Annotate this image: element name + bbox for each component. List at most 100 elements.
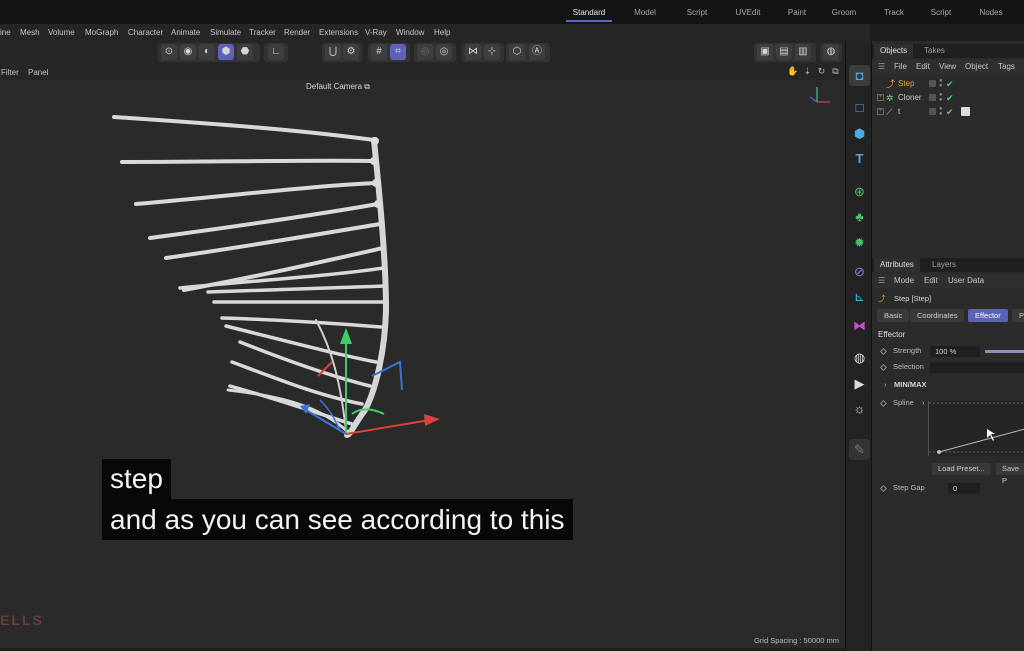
layer-box[interactable]: [929, 108, 936, 115]
enabled-check-icon[interactable]: ✔: [946, 77, 954, 91]
solo-off-icon[interactable]: ◎: [417, 44, 433, 60]
menu-volume[interactable]: Volume: [48, 24, 75, 41]
objects-menu-edit[interactable]: Edit: [916, 60, 930, 74]
hamburger-icon[interactable]: ☰: [878, 60, 885, 74]
frame-icon[interactable]: □: [849, 97, 870, 118]
layout-tab-uvedit[interactable]: UVEdit: [729, 0, 767, 22]
node-editor-icon[interactable]: ⬡: [509, 44, 525, 60]
keyframe-diamond-icon[interactable]: [879, 347, 888, 356]
layout-tab-paint[interactable]: Paint: [778, 0, 816, 22]
spline-tool-icon[interactable]: ⊾: [849, 286, 870, 307]
layout-tab-standard[interactable]: Standard: [566, 0, 612, 22]
layout-tab-script-2[interactable]: Script: [922, 0, 960, 22]
subtab-effector[interactable]: Effector: [968, 309, 1008, 322]
visibility-dots[interactable]: ● ●: [939, 78, 943, 89]
axis-icon[interactable]: ∟: [268, 44, 284, 60]
menu-character[interactable]: Character: [128, 24, 163, 41]
layout-tab-nodes[interactable]: Nodes: [972, 0, 1010, 22]
attributes-menu-edit[interactable]: Edit: [924, 274, 938, 288]
menu-window[interactable]: Window: [396, 24, 424, 41]
spline-graph[interactable]: [928, 401, 1024, 456]
null-object-icon[interactable]: ⊛: [849, 181, 870, 202]
menu-extensions[interactable]: Extensions: [319, 24, 358, 41]
object-row-t[interactable]: + ⟋ t ● ● ✔: [872, 105, 1024, 119]
menu-simulate[interactable]: Simulate: [210, 24, 241, 41]
text-icon[interactable]: T: [849, 148, 870, 169]
menu-spline[interactable]: ine: [0, 24, 11, 41]
enabled-check-icon[interactable]: ✔: [946, 91, 954, 105]
rotate-view-icon[interactable]: ↻: [816, 66, 827, 77]
spline-expand-icon[interactable]: ›: [922, 397, 925, 409]
effector-icon[interactable]: ✹: [849, 232, 870, 253]
grid-icon[interactable]: #: [371, 44, 387, 60]
quantize-icon[interactable]: ⊹: [484, 44, 500, 60]
workplane-icon[interactable]: ⌗: [390, 44, 406, 60]
point-mode-icon[interactable]: ◉: [180, 44, 196, 60]
expand-toggle[interactable]: +: [877, 94, 884, 101]
snap-settings-icon[interactable]: ⚙: [343, 44, 359, 60]
symmetry-icon[interactable]: ⋈: [465, 44, 481, 60]
keyframe-diamond-icon[interactable]: [879, 484, 888, 493]
subtab-basic[interactable]: Basic: [877, 309, 910, 322]
solo-icon[interactable]: ◎: [436, 44, 452, 60]
keyframe-diamond-icon[interactable]: [879, 399, 888, 408]
objects-menu-file[interactable]: File: [894, 60, 907, 74]
objects-menu-object[interactable]: Object: [965, 60, 988, 74]
subtab-parameter[interactable]: Pa: [1012, 309, 1024, 322]
attributes-menu-user-data[interactable]: User Data: [948, 274, 984, 288]
minmax-chevron-icon[interactable]: ›: [884, 379, 887, 391]
layer-box[interactable]: [929, 80, 936, 87]
live-selection-icon[interactable]: ◘: [849, 65, 870, 86]
objects-menu-view[interactable]: View: [939, 60, 956, 74]
tab-takes[interactable]: Takes: [918, 44, 951, 58]
keyframe-diamond-icon[interactable]: [879, 363, 888, 372]
camera-label[interactable]: Default Camera ⧉: [306, 82, 370, 92]
deformer-icon[interactable]: ⊘: [849, 261, 870, 282]
dolly-arrow-icon[interactable]: ⇣: [802, 66, 813, 77]
cloner-palette-icon[interactable]: ♣: [849, 206, 870, 227]
subtab-coordinates[interactable]: Coordinates: [910, 309, 965, 322]
menu-mesh[interactable]: Mesh: [20, 24, 40, 41]
render-settings-icon[interactable]: ▥: [795, 44, 811, 60]
object-mode-icon[interactable]: ⊙: [161, 44, 177, 60]
step-gap-field[interactable]: 0: [948, 483, 980, 494]
floor-icon[interactable]: ◍: [823, 44, 839, 60]
object-row-step[interactable]: ⤴ Step ● ● ✔: [872, 77, 1024, 91]
tab-objects[interactable]: Objects: [874, 44, 914, 58]
expand-toggle[interactable]: +: [877, 108, 884, 115]
3d-viewport[interactable]: Default Camera ⧉ ELLS Grid Spacing : 500…: [0, 80, 845, 648]
menu-vray[interactable]: V-Ray: [365, 24, 387, 41]
menu-mograph[interactable]: MoGraph: [85, 24, 118, 41]
edge-mode-icon[interactable]: ◐: [199, 44, 215, 60]
camera-icon[interactable]: ▶: [849, 373, 870, 394]
minmax-group[interactable]: MIN/MAX: [894, 379, 927, 391]
render-picture-viewer-icon[interactable]: ▤: [776, 44, 792, 60]
object-row-cloner[interactable]: + ✲ Cloner ● ● ✔: [872, 91, 1024, 105]
save-preset-button[interactable]: Save P: [996, 463, 1024, 485]
menu-render[interactable]: Render: [284, 24, 310, 41]
load-preset-button[interactable]: Load Preset...: [932, 463, 991, 475]
viewport-menu-filter[interactable]: Filter: [1, 65, 19, 80]
layout-tab-model[interactable]: Model: [626, 0, 664, 22]
asset-browser-icon[interactable]: Ⓐ: [529, 44, 545, 60]
strength-field[interactable]: 100 %: [930, 346, 980, 357]
cube-icon[interactable]: ⬢: [849, 123, 870, 144]
attributes-menu-mode[interactable]: Mode: [894, 274, 914, 288]
layer-box[interactable]: [929, 94, 936, 101]
layout-tab-script[interactable]: Script: [678, 0, 716, 22]
texture-mode-icon[interactable]: ⬣: [237, 44, 253, 60]
menu-tracker[interactable]: Tracker: [249, 24, 276, 41]
enabled-check-icon[interactable]: ✔: [946, 105, 954, 119]
environment-icon[interactable]: ◍: [849, 347, 870, 368]
pan-hand-icon[interactable]: ✋: [787, 66, 798, 77]
layout-tab-groom[interactable]: Groom: [825, 0, 863, 22]
strength-slider[interactable]: [985, 350, 1024, 353]
field-icon[interactable]: ⧓: [849, 315, 870, 336]
magnet-icon[interactable]: ⋃: [325, 44, 341, 60]
visibility-dots[interactable]: ● ●: [939, 92, 943, 103]
layout-tab-track[interactable]: Track: [875, 0, 913, 22]
selection-field[interactable]: [930, 362, 1024, 373]
visibility-dots[interactable]: ● ●: [939, 106, 943, 117]
hamburger-icon[interactable]: ☰: [878, 274, 885, 288]
light-icon[interactable]: ☼: [849, 398, 870, 419]
